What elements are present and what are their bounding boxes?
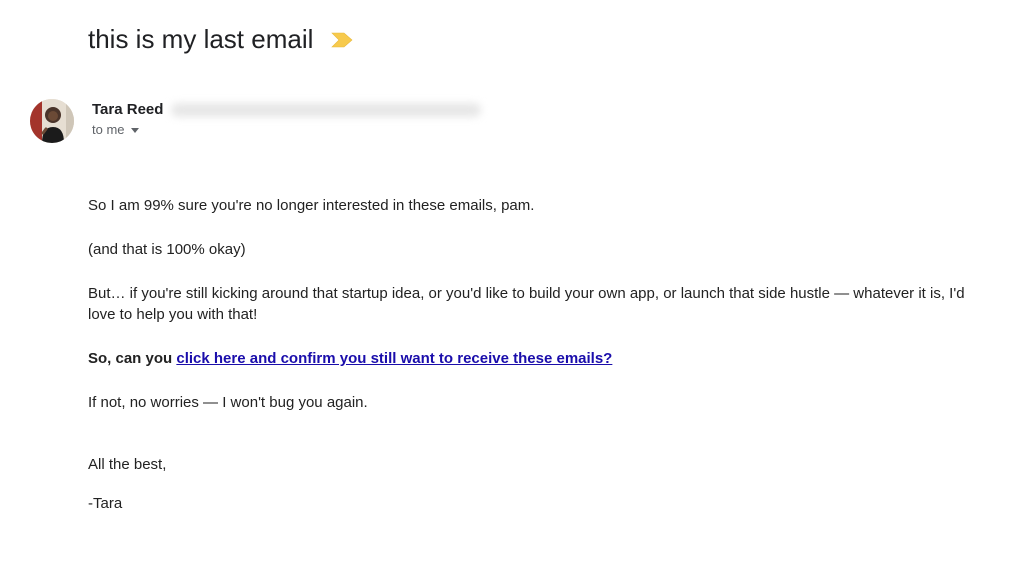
sender-line: Tara Reed <box>92 101 481 118</box>
signature: All the best, -Tara <box>88 454 994 516</box>
body-paragraph: But… if you're still kicking around that… <box>88 283 994 327</box>
recipient-dropdown[interactable]: to me <box>92 122 481 137</box>
signature-line: -Tara <box>88 493 994 515</box>
recipient-text: to me <box>92 122 125 137</box>
important-label-icon[interactable] <box>331 32 353 48</box>
chevron-down-icon <box>131 128 139 133</box>
email-header: Tara Reed to me <box>30 99 994 143</box>
sender-name[interactable]: Tara Reed <box>92 101 163 118</box>
body-paragraph: So I am 99% sure you're no longer intere… <box>88 195 994 217</box>
signature-line: All the best, <box>88 454 994 476</box>
email-subject: this is my last email <box>88 24 313 55</box>
body-paragraph: (and that is 100% okay) <box>88 239 994 261</box>
body-paragraph: If not, no worries — I won't bug you aga… <box>88 392 994 414</box>
subject-row: this is my last email <box>88 24 994 55</box>
cta-paragraph: So, can you click here and confirm you s… <box>88 348 994 370</box>
confirm-subscription-link[interactable]: click here and confirm you still want to… <box>176 350 612 367</box>
sender-avatar[interactable] <box>30 99 74 143</box>
cta-prefix: So, can you <box>88 350 176 367</box>
sender-address-redacted <box>171 103 481 117</box>
email-body: So I am 99% sure you're no longer intere… <box>88 195 994 515</box>
